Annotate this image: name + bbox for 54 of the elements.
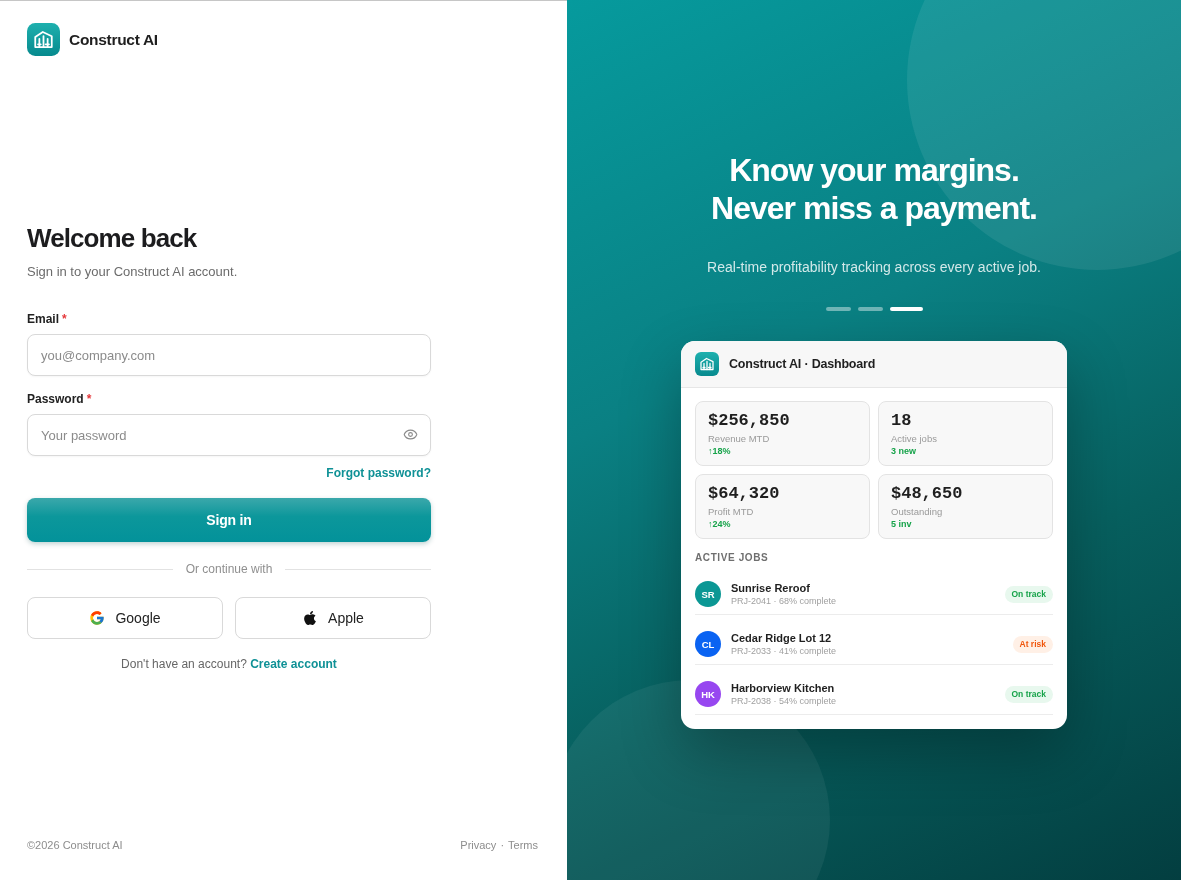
stat-label: Active jobs [891, 433, 937, 445]
promo-subtitle: Real-time profitability tracking across every active job. [707, 258, 1041, 277]
avatar: HK [695, 681, 721, 707]
stat-change: 5 inv [891, 518, 912, 530]
status-badge: On track [1004, 585, 1053, 603]
eye-icon[interactable] [403, 427, 418, 442]
signup-prompt: Don't have an account? Create account [120, 656, 338, 672]
page-title: Welcome back [27, 222, 197, 254]
apple-icon [302, 610, 319, 626]
building-logo-icon [27, 23, 60, 56]
stat-value: $256,850 [708, 411, 790, 431]
status-badge: On track [1004, 685, 1053, 703]
stat-value: $48,650 [891, 484, 963, 504]
google-sign-in-button[interactable]: Google [27, 597, 223, 639]
password-field[interactable]: Your password [27, 414, 431, 456]
field-label: Password [27, 391, 84, 407]
apple-sign-in-button[interactable]: Apple [235, 597, 431, 639]
brand-name: Construct AI [69, 30, 158, 49]
job-detail: PRJ-2041 · 68% complete [731, 595, 837, 607]
headline-line: Never miss a payment. [711, 189, 1037, 227]
create-account-link[interactable]: Create account [250, 657, 337, 671]
google-g-icon [89, 610, 106, 626]
stat-change: ↑18% [708, 445, 731, 457]
divider-label: Or continue with [185, 561, 273, 577]
job-detail: PRJ-2038 · 54% complete [731, 695, 837, 707]
field-label: Email [27, 311, 59, 327]
job-name: Cedar Ridge Lot 12 [731, 631, 832, 645]
required-mark: * [62, 311, 67, 327]
job-name: Sunrise Reroof [731, 581, 810, 595]
stat-value: $64,320 [708, 484, 780, 504]
building-logo-icon [695, 352, 719, 376]
email-field[interactable]: you@company.com [27, 334, 431, 376]
link-separator: · [500, 838, 505, 852]
required-mark: * [86, 391, 92, 407]
footer-link[interactable]: Terms [508, 838, 538, 852]
forgot-password-link[interactable]: Forgot password? [326, 465, 431, 481]
section-title: ACTIVE JOBS [695, 551, 769, 565]
stat-change: ↑24% [708, 518, 731, 530]
avatar: SR [695, 581, 721, 607]
sign-in-button[interactable]: Sign in [27, 498, 431, 542]
stat-change: 3 new [891, 445, 916, 457]
headline-line: Know your margins. [729, 151, 1019, 189]
stat-label: Revenue MTD [708, 433, 770, 445]
stat-value: 18 [891, 411, 912, 431]
dashboard-title: Construct AI · Dashboard [729, 357, 876, 371]
status-badge: At risk [1012, 635, 1053, 653]
job-detail: PRJ-2033 · 41% complete [731, 645, 837, 657]
avatar: CL [695, 631, 721, 657]
stat-label: Profit MTD [708, 506, 754, 518]
stat-label: Outstanding [891, 506, 943, 518]
page-subtitle: Sign in to your Construct AI account. [27, 263, 238, 281]
footer-link[interactable]: Privacy [460, 838, 497, 852]
job-name: Harborview Kitchen [731, 681, 835, 695]
copyright-text: ©2026 Construct AI [27, 838, 123, 852]
